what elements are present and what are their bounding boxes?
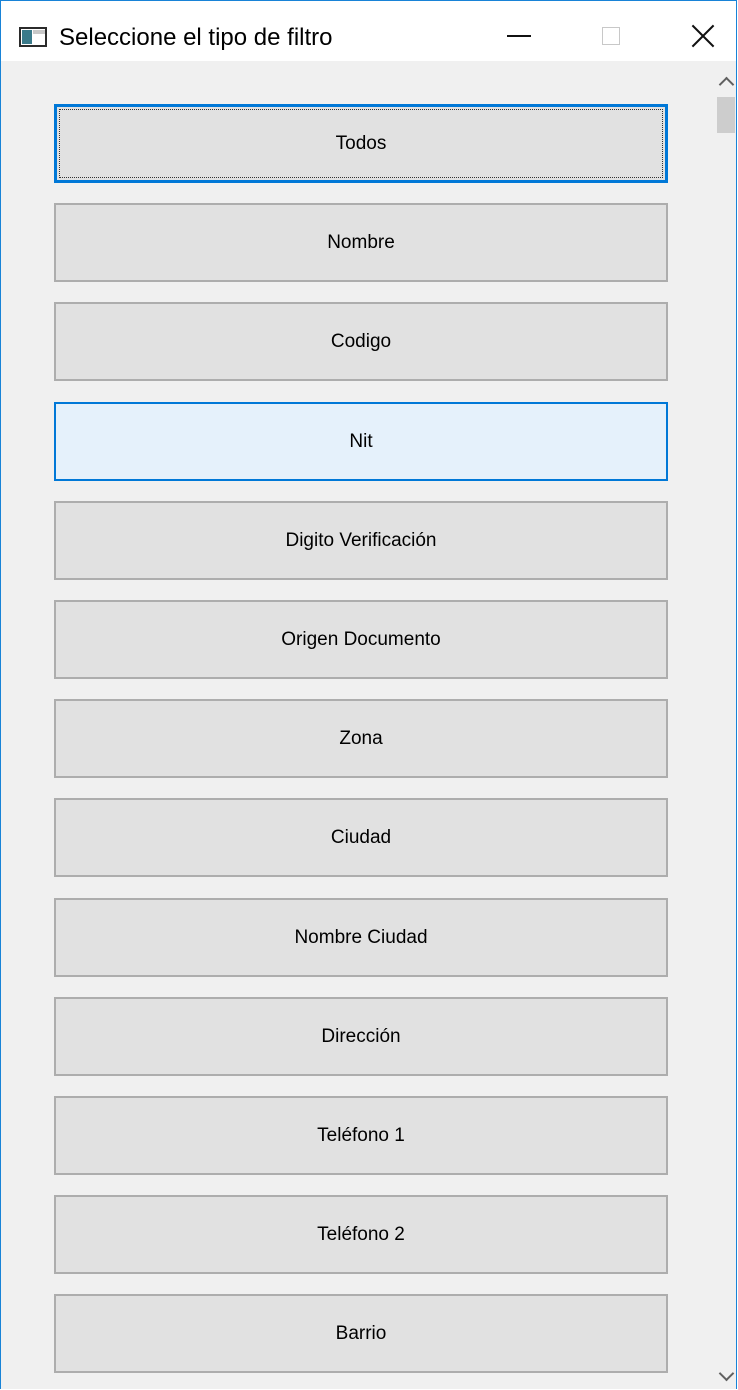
filter-button[interactable]: Teléfono 1 <box>54 1096 668 1175</box>
filter-list-panel: Todos Nombre Codigo Nit Digito Verificación O… <box>1 61 736 1389</box>
scroll-down-button[interactable] <box>713 1363 736 1389</box>
scroll-up-button[interactable] <box>713 69 736 95</box>
filter-button-label: Nombre Ciudad <box>294 926 428 948</box>
filter-dialog-window: Seleccione el tipo de filtro Todos Nombre… <box>0 0 737 1389</box>
filter-button[interactable]: Nombre <box>54 203 668 282</box>
filter-button[interactable]: Nombre Ciudad <box>54 898 668 977</box>
filter-button-label: Origen Documento <box>281 628 441 650</box>
filter-button[interactable]: Teléfono 2 <box>54 1195 668 1274</box>
filter-button[interactable]: Codigo <box>54 302 668 381</box>
filter-button-label: Codigo <box>330 330 392 352</box>
chevron-up-icon <box>718 76 734 93</box>
scrollbar-thumb[interactable] <box>717 97 735 133</box>
filter-button[interactable]: Nit <box>54 402 668 481</box>
vertical-scrollbar[interactable] <box>713 61 736 1389</box>
filter-button[interactable]: Dirección <box>54 997 668 1076</box>
filter-button-label: Nombre <box>327 231 395 253</box>
filter-button-label: Teléfono 1 <box>317 1124 405 1146</box>
filter-button[interactable]: Barrio <box>54 1294 668 1373</box>
filter-button[interactable]: Todos <box>54 104 668 183</box>
window-title: Seleccione el tipo de filtro <box>59 24 333 51</box>
filter-button-label: Dirección <box>321 1025 401 1047</box>
filter-button-label: Teléfono 2 <box>317 1223 405 1245</box>
minimize-icon <box>507 35 531 37</box>
maximize-icon <box>602 27 620 45</box>
filter-button-label: Barrio <box>335 1322 387 1344</box>
maximize-button <box>583 11 639 61</box>
filter-button[interactable]: Zona <box>54 699 668 778</box>
filter-button[interactable]: Ciudad <box>54 798 668 877</box>
filter-button-label: Zona <box>339 727 383 749</box>
close-icon <box>691 24 715 48</box>
filter-button-label: Digito Verificación <box>285 529 437 551</box>
filter-button[interactable]: Origen Documento <box>54 600 668 679</box>
title-bar[interactable]: Seleccione el tipo de filtro <box>1 1 736 61</box>
minimize-button[interactable] <box>491 11 547 61</box>
filter-button[interactable]: Digito Verificación <box>54 501 668 580</box>
chevron-down-icon <box>718 1365 734 1382</box>
close-button[interactable] <box>675 11 731 61</box>
filter-button-label: Todos <box>335 132 387 154</box>
filter-button-label: Ciudad <box>330 826 392 848</box>
filter-button-label: Nit <box>349 430 373 452</box>
app-window-icon[interactable] <box>19 27 47 47</box>
